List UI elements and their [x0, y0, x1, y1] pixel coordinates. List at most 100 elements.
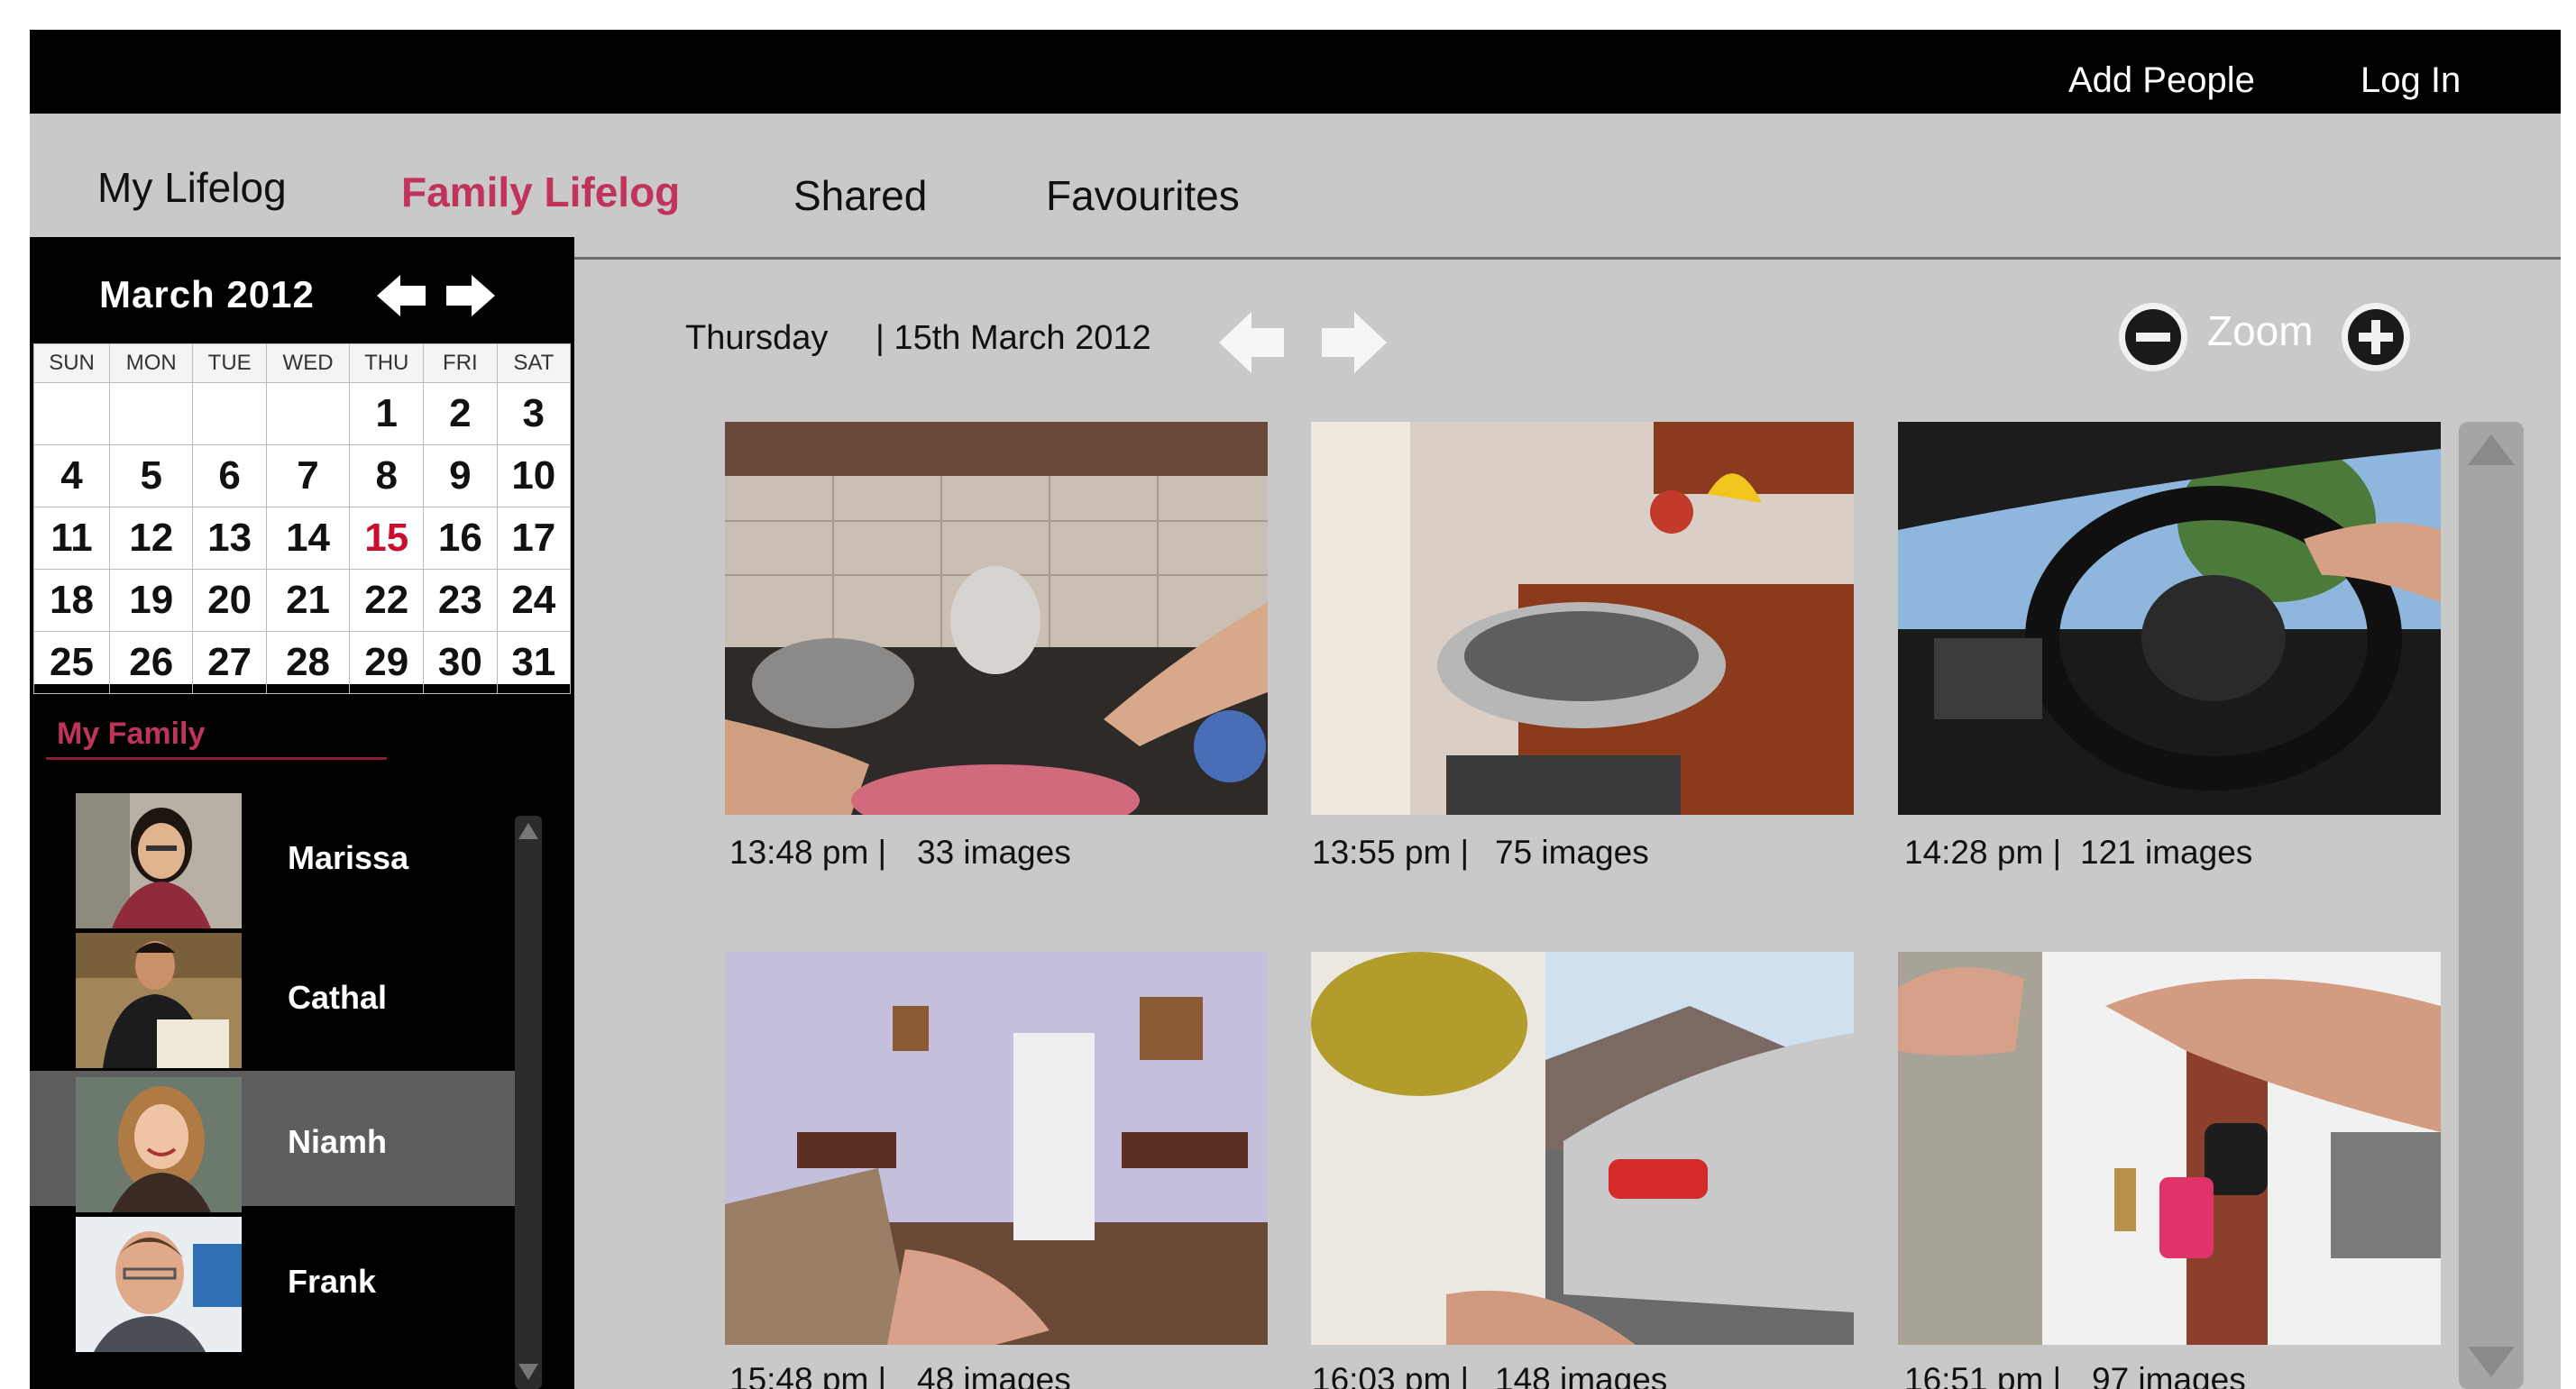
family-member-name: Niamh — [288, 1123, 388, 1160]
tab-shared[interactable]: Shared — [793, 171, 927, 220]
calendar-day[interactable]: 4 — [32, 444, 111, 507]
weekday-label: SAT — [496, 343, 572, 383]
calendar-day[interactable]: 11 — [32, 507, 111, 570]
photo-grid-scrollbar[interactable] — [2459, 422, 2524, 1389]
calendar-day[interactable]: 23 — [423, 569, 498, 632]
calendar-day[interactable]: 27 — [192, 631, 267, 694]
event-time: 14:28 pm | — [1904, 834, 2062, 871]
calendar-day — [265, 382, 351, 445]
tab-family-lifelog[interactable]: Family Lifelog — [401, 168, 680, 216]
calendar-day — [109, 382, 194, 445]
weekday-label: THU — [349, 343, 425, 383]
event-time: 16:51 pm | — [1904, 1361, 2062, 1389]
calendar-day — [32, 382, 111, 445]
add-people-link[interactable]: Add People — [2068, 60, 2255, 101]
calendar-day[interactable]: 29 — [349, 631, 425, 694]
calendar-day[interactable]: 2 — [423, 382, 498, 445]
calendar-day[interactable]: 9 — [423, 444, 498, 507]
family-member-marissa[interactable]: Marissa — [30, 787, 517, 928]
calendar-day[interactable]: 3 — [496, 382, 572, 445]
event-thumbnail-kitchen-bin[interactable] — [1311, 422, 1854, 815]
avatar — [76, 933, 242, 1068]
avatar — [76, 793, 242, 928]
calendar-day[interactable]: 26 — [109, 631, 194, 694]
calendar-header: March 2012 — [30, 237, 574, 342]
sidebar: March 2012 SUN MON TUE WED THU FRI SAT 1… — [30, 237, 574, 1389]
calendar-day[interactable]: 16 — [423, 507, 498, 570]
event-thumbnail-car-steering-wheel[interactable] — [1898, 422, 2441, 815]
calendar-day[interactable]: 1 — [349, 382, 425, 445]
event-image-count: 33 images — [917, 834, 1071, 871]
main-content: Thursday | 15th March 2012 Zoom 13:48 pm… — [574, 260, 2561, 1389]
calendar-prev-icon[interactable] — [375, 273, 429, 318]
calendar-day[interactable]: 17 — [496, 507, 572, 570]
calendar-day[interactable]: 13 — [192, 507, 267, 570]
event-image-count: 121 images — [2080, 834, 2253, 871]
calendar-day[interactable]: 21 — [265, 569, 351, 632]
tab-my-lifelog[interactable]: My Lifelog — [97, 163, 287, 212]
calendar-day[interactable]: 7 — [265, 444, 351, 507]
weekday-label: TUE — [192, 343, 267, 383]
top-bar: Add People Log In — [30, 30, 2561, 114]
calendar-week-row: 11 12 13 14 15 16 17 — [32, 507, 572, 570]
calendar-day[interactable]: 10 — [496, 444, 572, 507]
family-member-frank[interactable]: Frank — [30, 1211, 517, 1352]
zoom-label: Zoom — [2207, 307, 2314, 354]
calendar-grid: SUN MON TUE WED THU FRI SAT 1 2 3 4 5 6 7 8 9 10 1… — [32, 343, 572, 694]
event-image-count: 75 images — [1495, 834, 1649, 871]
zoom-in-icon[interactable] — [2339, 300, 2413, 374]
event-thumbnail-waiting-room[interactable] — [725, 952, 1268, 1345]
event-thumbnail-car-driveway[interactable] — [1311, 952, 1854, 1345]
event-image-count: 148 images — [1495, 1361, 1668, 1389]
zoom-out-icon[interactable] — [2116, 300, 2190, 374]
event-image-count: 97 images — [2092, 1361, 2246, 1389]
event-thumbnail-kitchen-counter[interactable] — [725, 422, 1268, 815]
calendar-day[interactable]: 14 — [265, 507, 351, 570]
calendar-day[interactable]: 31 — [496, 631, 572, 694]
calendar-day[interactable]: 20 — [192, 569, 267, 632]
calendar-day[interactable]: 24 — [496, 569, 572, 632]
calendar-day[interactable]: 18 — [32, 569, 111, 632]
weekday-label: WED — [265, 343, 351, 383]
calendar-next-icon[interactable] — [443, 273, 497, 318]
calendar-week-row: 4 5 6 7 8 9 10 — [32, 444, 572, 507]
day-weekday: Thursday — [685, 319, 829, 357]
event-time: 16:03 pm | — [1312, 1361, 1470, 1389]
calendar-day[interactable]: 28 — [265, 631, 351, 694]
calendar-day[interactable]: 30 — [423, 631, 498, 694]
calendar-day[interactable]: 22 — [349, 569, 425, 632]
weekday-label: SUN — [32, 343, 111, 383]
calendar-day[interactable]: 25 — [32, 631, 111, 694]
event-time: 13:48 pm | — [729, 834, 887, 871]
family-member-name: Frank — [288, 1263, 377, 1300]
tab-favourites[interactable]: Favourites — [1046, 171, 1240, 220]
family-member-niamh[interactable]: Niamh — [30, 1071, 517, 1212]
weekday-label: MON — [109, 343, 194, 383]
family-member-name: Cathal — [288, 979, 388, 1016]
calendar-week-row: 25 26 27 28 29 30 31 — [32, 631, 572, 694]
calendar-weekday-row: SUN MON TUE WED THU FRI SAT — [32, 343, 572, 383]
family-list-scrollbar[interactable] — [515, 816, 542, 1389]
family-title-underline — [46, 757, 387, 760]
calendar-day[interactable]: 8 — [349, 444, 425, 507]
event-time: 13:55 pm | — [1312, 834, 1470, 871]
calendar-day[interactable]: 19 — [109, 569, 194, 632]
previous-day-icon[interactable] — [1215, 306, 1288, 379]
event-time: 15:48 pm | — [729, 1361, 887, 1389]
calendar-week-row: 123 — [32, 382, 572, 445]
calendar-day — [192, 382, 267, 445]
weekday-label: FRI — [423, 343, 498, 383]
avatar — [76, 1217, 242, 1352]
calendar-day[interactable]: 15 — [349, 507, 425, 570]
family-section-title: My Family — [57, 717, 206, 751]
calendar-month-title: March 2012 — [99, 273, 315, 315]
next-day-icon[interactable] — [1318, 306, 1390, 379]
calendar-day[interactable]: 5 — [109, 444, 194, 507]
day-date: | 15th March 2012 — [875, 319, 1151, 357]
calendar-day[interactable]: 6 — [192, 444, 267, 507]
app-window: Add People Log In My Lifelog Family Life… — [30, 30, 2561, 1389]
family-member-cathal[interactable]: Cathal — [30, 927, 517, 1068]
log-in-link[interactable]: Log In — [2361, 60, 2461, 101]
event-thumbnail-door-keys[interactable] — [1898, 952, 2441, 1345]
calendar-day[interactable]: 12 — [109, 507, 194, 570]
